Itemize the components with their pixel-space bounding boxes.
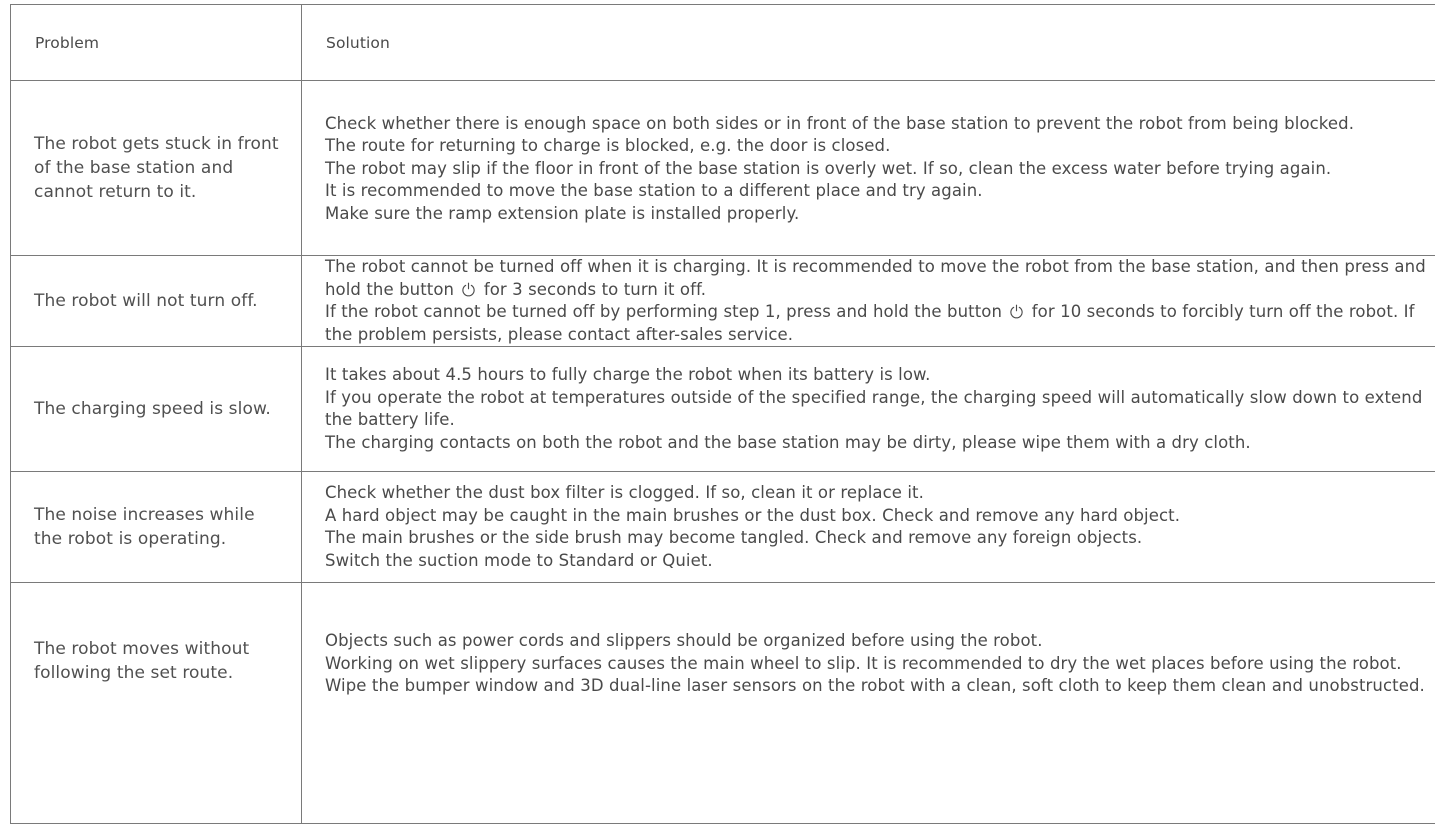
troubleshooting-table: Problem Solution The robot gets stuck in… [10,4,1435,824]
problem-cell: The robot moves without following the se… [10,582,302,824]
solution-cell: Objects such as power cords and slippers… [301,582,1435,824]
solution-line: It is recommended to move the base stati… [325,181,983,201]
table-row: The robot moves without following the se… [10,582,1435,824]
solution-line: A hard object may be caught in the main … [325,505,1181,525]
solution-line: Make sure the ramp extension plate is in… [325,203,800,223]
table-row: The noise increases while the robot is o… [10,471,1435,583]
solution-text: for 3 seconds to turn it off. [483,279,707,299]
power-icon [462,282,476,296]
solution-cell: Check whether there is enough space on b… [301,80,1435,256]
solution-line: The robot cannot be turned off when it i… [325,256,1435,301]
solution-line: The main brushes or the side brush may b… [325,528,1143,547]
header-solution: Solution [301,4,1435,81]
solution-line: The robot may slip if the floor in front… [325,158,1332,178]
header-problem: Problem [10,4,302,81]
problem-cell: The robot gets stuck in front of the bas… [10,80,302,256]
solution-text: If the robot cannot be turned off by per… [325,302,1003,321]
solution-line: Check whether the dust box filter is clo… [325,483,924,502]
solution-line: Objects such as power cords and slippers… [325,631,1043,650]
problem-cell: The charging speed is slow. [10,346,302,472]
solution-line: If you operate the robot at temperatures… [325,387,1423,430]
problem-cell: The noise increases while the robot is o… [10,471,302,583]
table-row: The charging speed is slow. It takes abo… [10,346,1435,472]
solution-cell: It takes about 4.5 hours to fully charge… [301,346,1435,472]
solution-cell: The robot cannot be turned off when it i… [301,255,1435,347]
solution-line: If the robot cannot be turned off by per… [325,301,1435,346]
header-row: Problem Solution [10,4,1435,81]
problem-cell: The robot will not turn off. [10,255,302,347]
solution-line: Working on wet slippery surfaces causes … [325,653,1402,673]
troubleshooting-table-container: Problem Solution The robot gets stuck in… [10,4,1435,824]
solution-line: The charging contacts on both the robot … [325,432,1251,452]
power-icon [1010,304,1024,319]
solution-line: It takes about 4.5 hours to fully charge… [325,365,931,384]
solution-line: Check whether there is enough space on b… [325,113,1355,133]
solution-cell: Check whether the dust box filter is clo… [301,471,1435,583]
solution-line: The route for returning to charge is blo… [325,136,891,156]
table-row: The robot gets stuck in front of the bas… [10,80,1435,256]
solution-line: Switch the suction mode to Standard or Q… [325,550,713,570]
solution-line: Wipe the bumper window and 3D dual-line … [325,676,1425,695]
table-row: The robot will not turn off. The robot c… [10,255,1435,347]
